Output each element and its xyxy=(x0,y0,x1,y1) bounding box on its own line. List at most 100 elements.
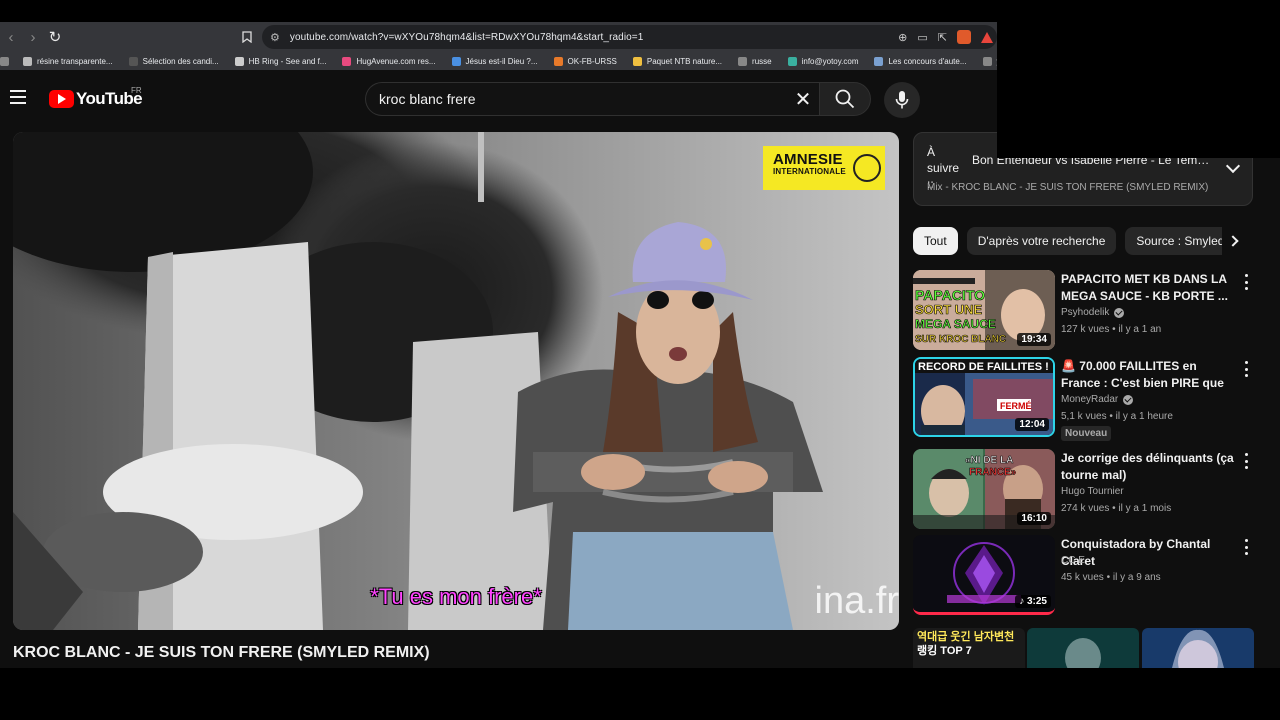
video-thumbnail[interactable]: «NI DE LA FRANCE» 16:10 xyxy=(913,449,1055,529)
thumb-text-line2: 랭킹 TOP 7 xyxy=(917,645,972,657)
bookmark-item[interactable]: Jésus est-il Dieu ?... xyxy=(451,56,538,66)
bookmark-label: russe xyxy=(752,56,772,66)
chevron-right-icon[interactable] xyxy=(1222,227,1244,255)
bookmark-favicon-icon xyxy=(632,56,642,66)
bookmarks-bar: résine transparente... Sélection des cand… xyxy=(0,52,997,70)
bookmark-star-icon[interactable] xyxy=(238,22,256,52)
video-duration: 12:04 xyxy=(1015,418,1049,431)
more-options-icon[interactable] xyxy=(1241,274,1251,290)
video-meta: 127 k vues • il y a 1 an xyxy=(1061,324,1162,335)
bookmark-item[interactable]: russe xyxy=(738,56,772,66)
youtube-logo[interactable]: YouTube xyxy=(49,89,143,109)
new-badge: Nouveau xyxy=(1061,426,1112,441)
bookmark-favicon-icon xyxy=(553,56,563,66)
channel-name[interactable]: Hugo Tournier xyxy=(1061,486,1124,497)
video-thumbnail[interactable]: 역대급 웃긴 남자변천 랭킹 TOP 7 xyxy=(913,628,1025,668)
video-duration: 16:10 xyxy=(1017,512,1051,525)
bookmark-item[interactable]: Sélection des candi... xyxy=(128,56,219,66)
channel-name[interactable]: MoneyRadar xyxy=(1061,394,1134,405)
video-title-link[interactable]: PAPACITO MET KB DANS LA MEGA SAUCE - KB … xyxy=(1061,271,1237,305)
bookmark-label: Jésus est-il Dieu ?... xyxy=(465,56,538,66)
bookmark-favicon-icon xyxy=(23,56,32,66)
list-item[interactable]: ♪ 3:25 Conquistadora by Chantal Claret C… xyxy=(913,535,1258,615)
video-player[interactable]: AMNESIE INTERNATIONALE *Tu es mon frère*… xyxy=(13,132,899,630)
video-watermark: ina.fr xyxy=(814,580,899,622)
search-button[interactable] xyxy=(819,82,871,116)
verified-icon xyxy=(1114,307,1125,318)
list-item[interactable]: «NI DE LA FRANCE» 16:10 Je corrige des d… xyxy=(913,449,1258,529)
cast-icon[interactable]: ▭ xyxy=(917,31,927,44)
bookmark-item[interactable]: Paquet NTB nature... xyxy=(632,56,722,66)
more-options-icon[interactable] xyxy=(1241,361,1251,377)
chevron-down-icon[interactable] xyxy=(1225,158,1241,174)
thumb-text-4: SUR KROC BLANC xyxy=(915,334,1006,345)
video-thumbnail[interactable]: RECORD DE FAILLITES ! FERMÉ 12:04 xyxy=(913,357,1055,437)
list-item[interactable]: RECORD DE FAILLITES ! FERMÉ 12:04 🚨 70.0… xyxy=(913,357,1258,441)
bookmark-item[interactable]: HugAvenue.com res... xyxy=(342,56,436,66)
bookmark-favicon-icon xyxy=(982,56,992,66)
channel-name[interactable]: CC E xyxy=(1061,555,1085,566)
apps-icon[interactable] xyxy=(0,56,9,66)
forward-icon[interactable]: › xyxy=(22,22,44,52)
more-options-icon[interactable] xyxy=(1241,539,1251,555)
thumb-text-2: FRANCE» xyxy=(969,467,1017,478)
bookmark-favicon-icon xyxy=(342,56,352,66)
bookmark-item[interactable]: OK-FB-URSS xyxy=(553,56,617,66)
bookmark-label: info@yotoy.com xyxy=(801,56,859,66)
extension-shield-icon[interactable] xyxy=(957,30,971,44)
video-title-link[interactable]: 🚨 70.000 FAILLITES en France : C'est bie… xyxy=(1061,358,1237,392)
channel-label: Psyhodelik xyxy=(1061,307,1110,318)
bookmark-label: HugAvenue.com res... xyxy=(356,56,436,66)
thumb-text-2: FERMÉ xyxy=(1000,401,1032,411)
chip-source[interactable]: Source : Smyled xyxy=(1125,227,1236,255)
video-thumbnail[interactable]: PAPACITO SORT UNE MEGA SAUCE SUR KROC BL… xyxy=(913,270,1055,350)
video-meta: 45 k vues • il y a 9 ans xyxy=(1061,572,1161,583)
search-box xyxy=(365,82,819,116)
channel-label: Hugo Tournier xyxy=(1061,486,1124,497)
bookmark-favicon-icon xyxy=(874,56,884,66)
thumb-text-1: PAPACITO xyxy=(915,287,985,303)
bookmark-item[interactable]: Les concours d'aute... xyxy=(874,56,967,66)
bookmark-favicon-icon xyxy=(451,56,461,66)
more-options-icon[interactable] xyxy=(1241,453,1251,469)
bookmark-favicon-icon xyxy=(738,56,748,66)
video-thumbnail[interactable] xyxy=(1027,628,1139,668)
thumb-text-3: MEGA SAUCE xyxy=(915,317,996,331)
video-thumbnail[interactable] xyxy=(1142,628,1254,668)
bookmark-label: Les concours d'aute... xyxy=(888,56,967,66)
video-frame xyxy=(13,132,899,630)
voice-search-button[interactable] xyxy=(884,82,920,118)
bookmark-item[interactable]: yotoy xyxy=(982,56,997,66)
bookmark-item[interactable]: info@yotoy.com xyxy=(787,56,859,66)
chip-from-search[interactable]: D'après votre recherche xyxy=(966,227,1117,255)
video-thumbnail[interactable]: ♪ 3:25 xyxy=(913,535,1055,615)
video-title-link[interactable]: Je corrige des délinquants (ça tourne ma… xyxy=(1061,450,1237,484)
menu-icon[interactable] xyxy=(10,90,26,104)
zoom-icon[interactable]: ⊕ xyxy=(898,31,907,44)
channel-label: MoneyRadar xyxy=(1061,394,1119,405)
site-info-icon[interactable]: ⚙ xyxy=(270,31,280,44)
video-title-link[interactable]: Conquistadora by Chantal Claret xyxy=(1061,536,1237,570)
region-code: FR xyxy=(131,86,142,95)
url-text: youtube.com/watch?v=wXYOu78hqm4&list=RDw… xyxy=(289,31,644,43)
thumb-text-1: «NI DE LA xyxy=(965,455,1013,466)
bookmark-item[interactable]: HB Ring - See and f... xyxy=(234,56,326,66)
channel-label: CC E xyxy=(1061,555,1085,566)
bookmark-label: résine transparente... xyxy=(37,56,113,66)
bookmark-item[interactable]: résine transparente... xyxy=(23,56,113,66)
back-icon[interactable]: ‹ xyxy=(0,22,22,52)
chip-all[interactable]: Tout xyxy=(913,227,958,255)
video-duration: 19:34 xyxy=(1017,333,1051,346)
channel-name[interactable]: Psyhodelik xyxy=(1061,307,1125,318)
brain-logo-icon xyxy=(853,154,881,182)
list-item[interactable]: PAPACITO SORT UNE MEGA SAUCE SUR KROC BL… xyxy=(913,270,1258,350)
extension-triangle-icon[interactable] xyxy=(981,31,993,43)
reload-icon[interactable]: ↻ xyxy=(44,22,66,52)
share-icon[interactable]: ⇱ xyxy=(938,31,947,44)
thumb-text-line1: 역대급 웃긴 남자변천 xyxy=(917,631,1015,643)
search-input[interactable] xyxy=(379,91,779,107)
bookmark-label: OK-FB-URSS xyxy=(567,56,617,66)
url-field[interactable]: ⚙ youtube.com/watch?v=wXYOu78hqm4&list=R… xyxy=(262,25,997,49)
bookmark-favicon-icon xyxy=(234,56,244,66)
clear-search-icon[interactable]: ✕ xyxy=(790,86,816,112)
